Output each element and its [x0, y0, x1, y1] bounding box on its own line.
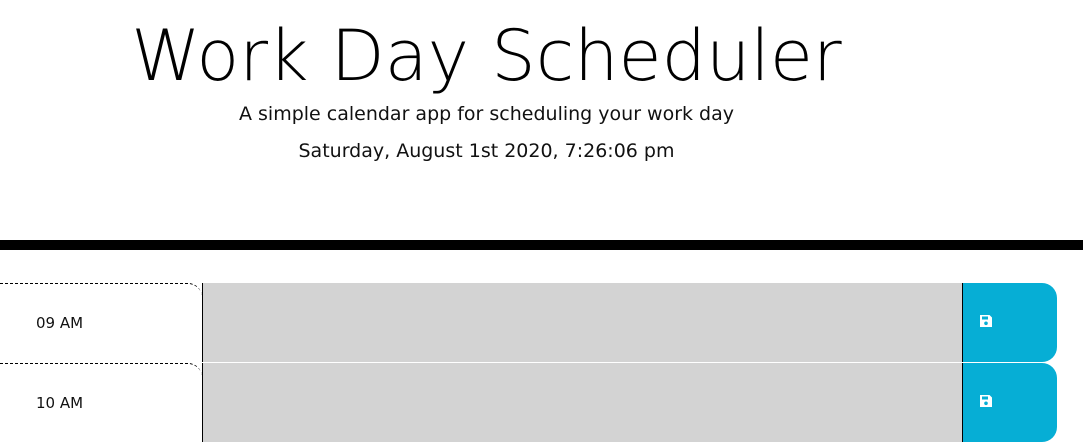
save-icon: [979, 314, 993, 328]
hour-column: 10 AM: [0, 363, 202, 442]
save-icon: [979, 394, 993, 408]
current-day: Saturday, August 1st 2020, 7:26:06 pm: [298, 140, 675, 162]
header-jumbotron: Work Day Scheduler A simple calendar app…: [0, 0, 973, 240]
hour-label: 10 AM: [36, 394, 84, 412]
page-title: Work Day Scheduler: [131, 15, 842, 97]
hour-label: 09 AM: [36, 314, 84, 332]
time-block-row: 09 AM: [0, 283, 1083, 363]
save-button[interactable]: [962, 283, 1057, 362]
time-block-row: 10 AM: [0, 363, 1083, 443]
header-divider: [0, 240, 1083, 250]
save-button[interactable]: [962, 363, 1057, 442]
event-description-input[interactable]: [202, 363, 962, 442]
page-subtitle: A simple calendar app for scheduling you…: [238, 103, 735, 125]
event-description-input[interactable]: [202, 283, 962, 362]
hour-column: 09 AM: [0, 283, 202, 362]
timeblock-container: 09 AM 10 AM: [0, 283, 1083, 443]
